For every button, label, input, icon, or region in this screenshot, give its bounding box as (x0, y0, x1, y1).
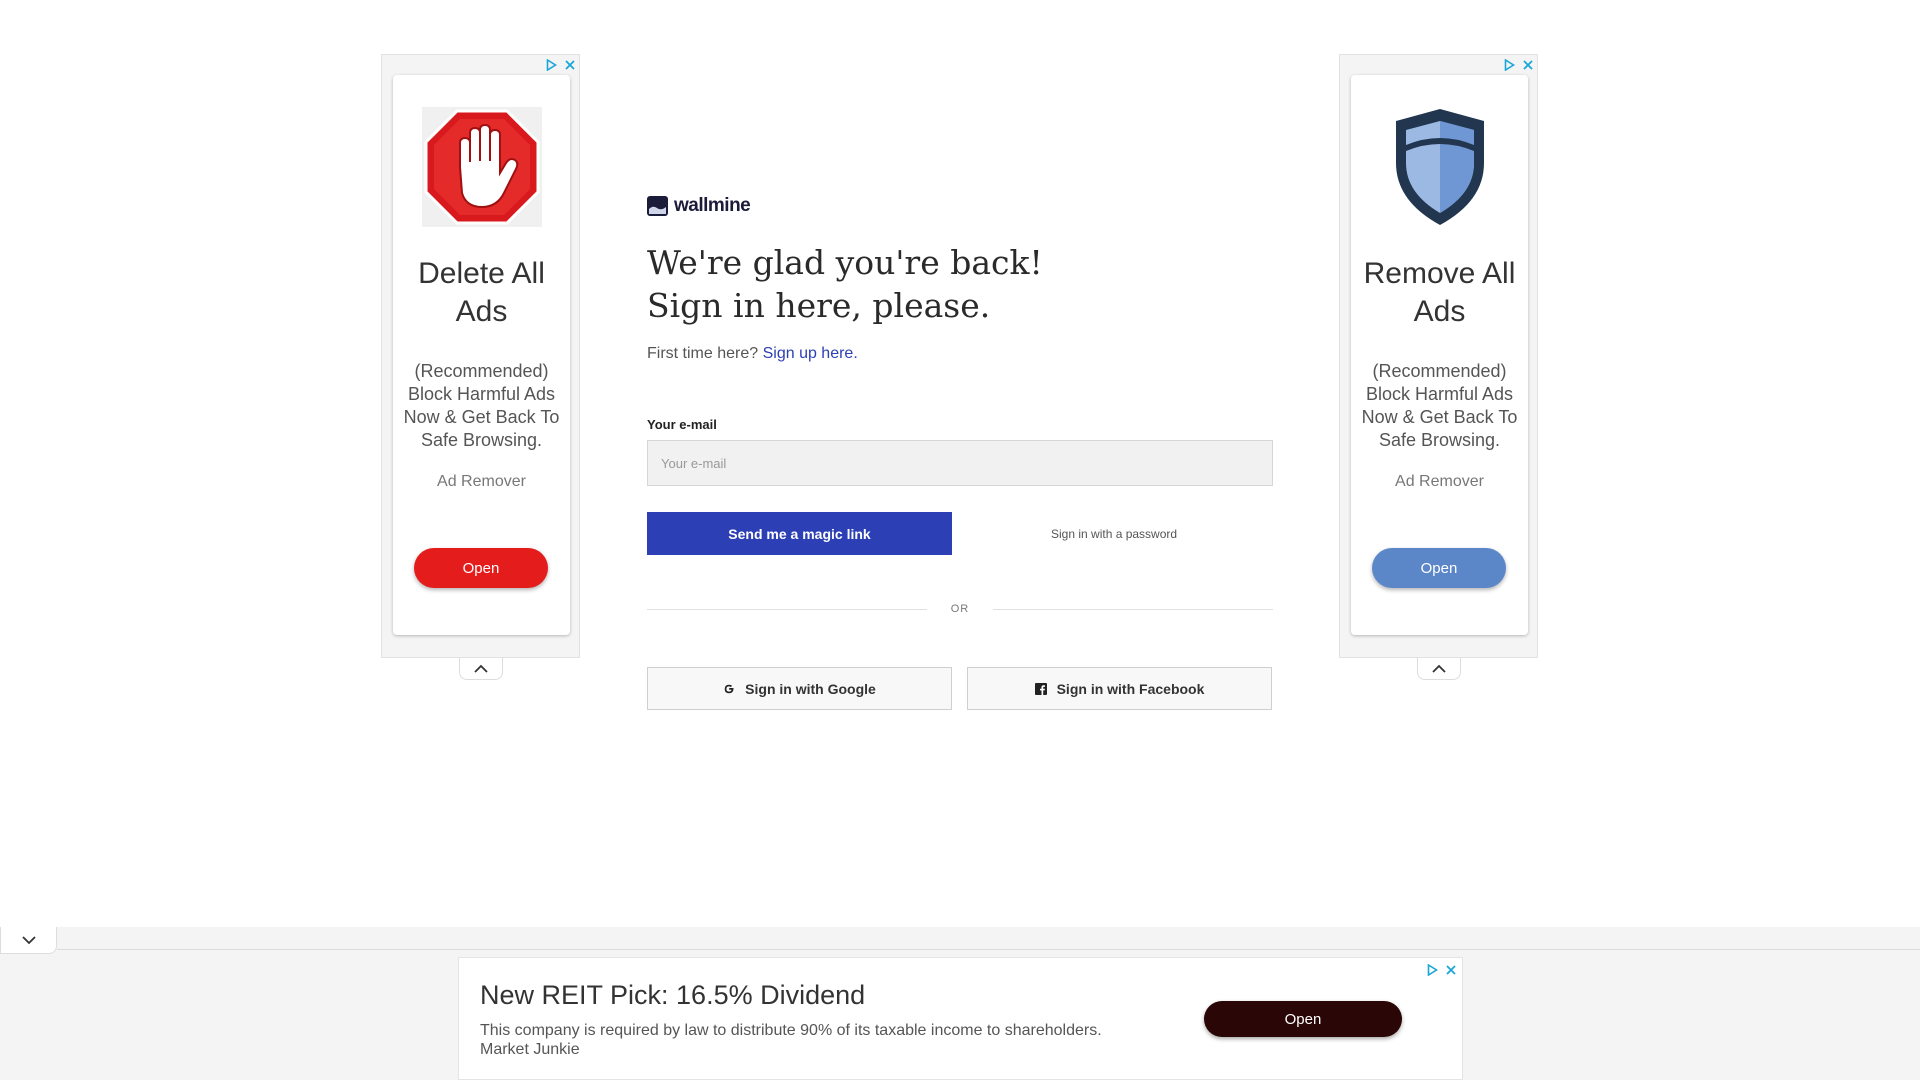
send-magic-link-button[interactable]: Send me a magic link (647, 512, 952, 555)
ad-open-button[interactable]: Open (1372, 548, 1506, 588)
signup-prompt: First time here? Sign up here. (647, 345, 1273, 363)
headline-line-1: We're glad you're back! (647, 243, 1043, 282)
divider-line (993, 608, 1273, 610)
collapse-ad-tab[interactable] (459, 658, 503, 680)
close-ad-icon[interactable] (562, 57, 577, 72)
bottom-ad[interactable]: New REIT Pick: 16.5% Dividend This compa… (458, 957, 1463, 1080)
email-label: Your e-mail (647, 417, 717, 432)
social-signin: Sign in with Google Sign in with Faceboo… (647, 667, 1273, 710)
ad-choices (1425, 962, 1458, 977)
close-ad-icon[interactable] (1520, 57, 1535, 72)
collapse-bottom-ad-tab[interactable] (0, 927, 57, 954)
collapse-ad-tab[interactable] (1417, 658, 1461, 680)
bottom-ad-description: This company is required by law to distr… (480, 1022, 1102, 1039)
first-time-text: First time here? (647, 345, 759, 362)
signin-form: wallmine We're glad you're back! Sign in… (647, 195, 1273, 710)
close-ad-icon[interactable] (1443, 962, 1458, 977)
ad-title[interactable]: Delete All Ads (393, 255, 570, 331)
signup-link[interactable]: Sign up here (763, 345, 854, 362)
brand-name: wallmine (674, 195, 751, 216)
bottom-ad-open-button[interactable]: Open (1204, 1001, 1402, 1037)
ad-choices (544, 57, 577, 72)
google-signin-button[interactable]: Sign in with Google (647, 667, 952, 710)
right-side-ad: Remove All Ads (Recommended) Block Harmf… (1339, 54, 1538, 680)
ad-brand: Ad Remover (437, 473, 526, 490)
facebook-icon (1034, 682, 1047, 695)
adchoices-icon[interactable] (544, 57, 559, 72)
chevron-up-icon (1432, 664, 1446, 673)
ad-brand: Ad Remover (1395, 473, 1484, 490)
bottom-ad-brand: Market Junkie (480, 1041, 580, 1058)
chevron-down-icon (21, 936, 36, 945)
ad-title[interactable]: Remove All Ads (1351, 255, 1528, 331)
or-text: OR (950, 603, 970, 615)
shield-icon (1380, 107, 1500, 227)
bottom-ad-bar: New REIT Pick: 16.5% Dividend This compa… (0, 927, 1920, 1080)
headline-line-2: Sign in here, please. (647, 286, 991, 325)
stop-hand-icon (422, 107, 542, 227)
chevron-up-icon (474, 664, 488, 673)
google-icon (724, 684, 734, 693)
or-divider: OR (647, 603, 1273, 615)
ad-description: (Recommended) Block Harmful Ads Now & Ge… (1361, 361, 1518, 450)
divider-line (647, 608, 927, 610)
ad-card[interactable]: Remove All Ads (Recommended) Block Harmf… (1351, 75, 1528, 635)
ad-description: (Recommended) Block Harmful Ads Now & Ge… (403, 361, 560, 450)
google-button-label: Sign in with Google (745, 680, 876, 697)
left-side-ad: Delete All Ads (Recommended) Block Harmf… (381, 54, 580, 680)
brand-logo-link[interactable]: wallmine (647, 195, 1273, 217)
bottom-ad-title[interactable]: New REIT Pick: 16.5% Dividend (480, 980, 865, 1011)
ad-card[interactable]: Delete All Ads (Recommended) Block Harmf… (393, 75, 570, 635)
sign-in-with-password-link[interactable]: Sign in with a password (1051, 527, 1177, 541)
signup-period: . (853, 345, 858, 362)
form-actions: Send me a magic link Sign in with a pass… (647, 512, 1273, 555)
adchoices-icon[interactable] (1502, 57, 1517, 72)
ad-open-button[interactable]: Open (414, 548, 548, 588)
adchoices-icon[interactable] (1425, 962, 1440, 977)
page-title: We're glad you're back! Sign in here, pl… (647, 241, 1273, 327)
facebook-signin-button[interactable]: Sign in with Facebook (967, 667, 1272, 710)
email-field[interactable] (647, 440, 1273, 486)
facebook-button-label: Sign in with Facebook (1056, 680, 1205, 697)
divider-line (57, 949, 1920, 950)
ad-choices (1502, 57, 1535, 72)
wallmine-logo-icon (647, 196, 668, 216)
